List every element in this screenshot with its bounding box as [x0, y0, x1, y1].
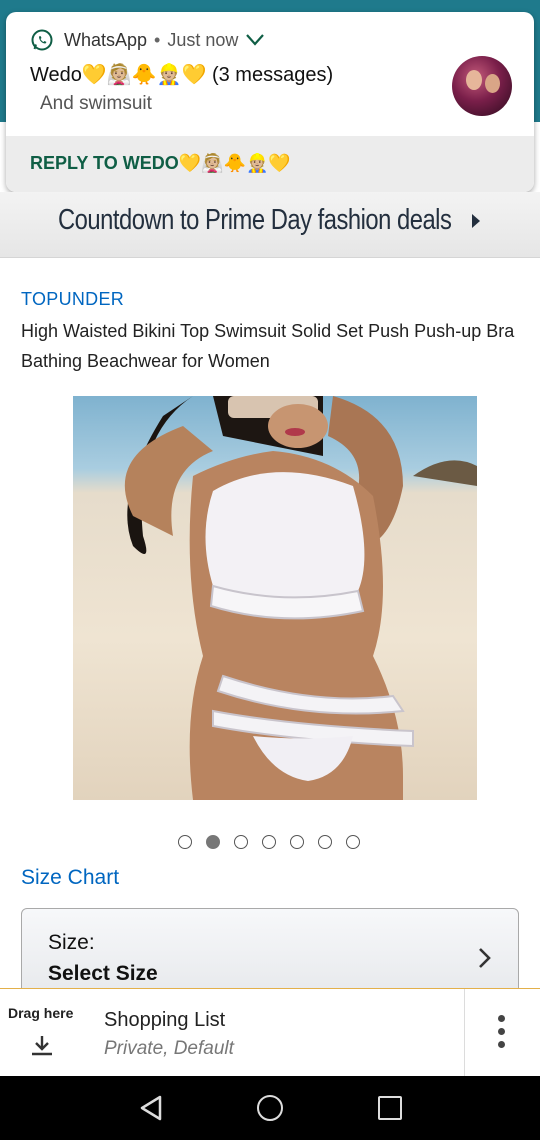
- notification-title: Wedo💛👰🏼🐥👷🏼💛 (3 messages): [30, 64, 334, 86]
- recent-apps-icon[interactable]: [378, 1096, 402, 1120]
- brand-link[interactable]: TOPUNDER: [21, 289, 124, 310]
- notification-separator: •: [154, 29, 161, 50]
- back-icon[interactable]: [138, 1094, 164, 1122]
- image-carousel-indicator[interactable]: [178, 835, 374, 849]
- chevron-down-icon[interactable]: [246, 34, 265, 46]
- product-photo: [124, 396, 477, 800]
- shopping-list-bar[interactable]: Drag here Shopping List Private, Default: [0, 988, 540, 1077]
- shopping-list-title[interactable]: Shopping List: [104, 1009, 225, 1032]
- size-value: Select Size: [48, 962, 158, 985]
- more-options-icon[interactable]: [493, 1015, 509, 1055]
- size-label: Size:: [48, 931, 95, 954]
- product-title: High Waisted Bikini Top Swimsuit Solid S…: [21, 321, 515, 371]
- shopping-list-subtitle: Private, Default: [104, 1038, 234, 1059]
- product-image[interactable]: [73, 396, 477, 800]
- avatar: [452, 56, 512, 116]
- carousel-dot[interactable]: [346, 835, 360, 849]
- reply-button[interactable]: REPLY TO WEDO💛👰🏼🐥👷🏼💛: [30, 153, 291, 174]
- caret-right-icon: [472, 214, 480, 228]
- whatsapp-notification[interactable]: WhatsApp • Just now Wedo💛👰🏼🐥👷🏼💛 (3 messa…: [6, 12, 534, 192]
- divider: [464, 989, 465, 1077]
- carousel-dot[interactable]: [290, 835, 304, 849]
- carousel-dot[interactable]: [206, 835, 220, 849]
- drag-here-label: Drag here: [8, 1005, 74, 1021]
- avatar-face: [466, 70, 482, 90]
- prime-day-banner[interactable]: Countdown to Prime Day fashion deals: [0, 192, 540, 258]
- notification-app-name: WhatsApp: [64, 29, 148, 50]
- carousel-dot[interactable]: [234, 835, 248, 849]
- notification-text: And swimsuit: [40, 93, 152, 114]
- avatar-face: [485, 74, 500, 93]
- banner-text: Countdown to Prime Day fashion deals: [58, 204, 452, 236]
- download-icon: [32, 1036, 52, 1056]
- system-navigation-bar: [0, 1076, 540, 1140]
- size-selector[interactable]: Size: Select Size: [21, 908, 519, 998]
- carousel-dot[interactable]: [178, 835, 192, 849]
- notification-header: WhatsApp • Just now: [30, 28, 265, 52]
- whatsapp-icon: [31, 29, 53, 51]
- carousel-dot[interactable]: [318, 835, 332, 849]
- home-icon[interactable]: [257, 1095, 283, 1121]
- size-chart-link[interactable]: Size Chart: [21, 866, 119, 890]
- carousel-dot[interactable]: [262, 835, 276, 849]
- chevron-right-icon: [479, 948, 491, 968]
- notification-time: Just now: [167, 29, 239, 50]
- reply-bar: REPLY TO WEDO💛👰🏼🐥👷🏼💛: [6, 136, 534, 192]
